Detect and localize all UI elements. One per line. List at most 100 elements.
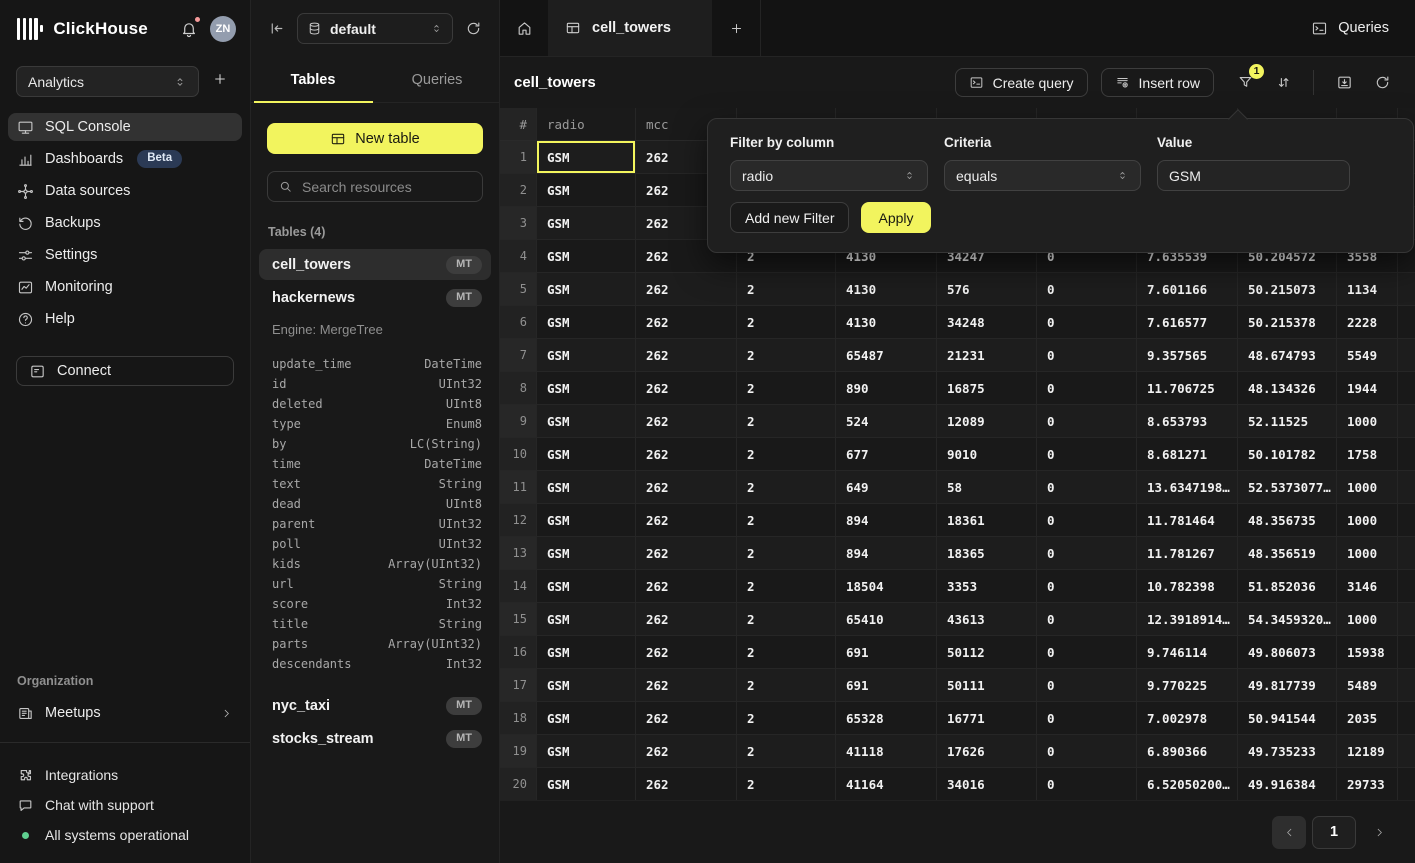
row-number[interactable]: 1 <box>500 141 537 174</box>
table-cell[interactable]: 0 <box>1037 306 1137 339</box>
row-number[interactable]: 6 <box>500 306 537 339</box>
table-cell[interactable]: 50.215073 <box>1238 273 1337 306</box>
table-cell[interactable]: 50.215378 <box>1238 306 1337 339</box>
table-cell[interactable]: 7.616577 <box>1137 306 1238 339</box>
table-cell[interactable]: 48.356735 <box>1238 504 1337 537</box>
table-cell[interactable]: GSM <box>537 636 636 669</box>
table-cell[interactable]: 50.941544 <box>1238 702 1337 735</box>
table-cell[interactable]: 5489 <box>1337 669 1398 702</box>
table-cell[interactable]: 16875 <box>937 372 1037 405</box>
table-cell[interactable]: 48.356519 <box>1238 537 1337 570</box>
table-cell[interactable]: 8.681271 <box>1137 438 1238 471</box>
next-page-button[interactable] <box>1362 816 1396 849</box>
table-cell[interactable]: 65487 <box>836 339 937 372</box>
table-cell[interactable]: 18361 <box>937 504 1037 537</box>
table-cell[interactable]: 1000 <box>1337 405 1398 438</box>
table-cell[interactable]: 2 <box>737 768 836 801</box>
table-cell[interactable]: 0 <box>1037 768 1137 801</box>
table-cell[interactable]: 1758 <box>1337 438 1398 471</box>
row-number[interactable]: 12 <box>500 504 537 537</box>
table-cell[interactable]: 1000 <box>1337 504 1398 537</box>
table-cell[interactable]: 0 <box>1037 603 1137 636</box>
table-cell[interactable]: 2 <box>737 702 836 735</box>
table-cell[interactable]: 16771 <box>937 702 1037 735</box>
table-cell[interactable]: 15938 <box>1337 636 1398 669</box>
row-number[interactable]: 5 <box>500 273 537 306</box>
table-cell[interactable]: GSM <box>537 471 636 504</box>
current-page[interactable]: 1 <box>1312 816 1356 849</box>
prev-page-button[interactable] <box>1272 816 1306 849</box>
table-cell[interactable]: 11.781464 <box>1137 504 1238 537</box>
table-cell[interactable]: 9.357565 <box>1137 339 1238 372</box>
table-cell[interactable]: 262 <box>636 339 737 372</box>
table-cell[interactable]: GSM <box>537 735 636 768</box>
table-cell[interactable]: 49.735233 <box>1238 735 1337 768</box>
table-cell[interactable]: 65328 <box>836 702 937 735</box>
filter-value-input[interactable] <box>1157 160 1350 191</box>
table-cell[interactable]: 50112 <box>937 636 1037 669</box>
add-workspace-button[interactable] <box>212 71 234 93</box>
workspace-selector[interactable]: Analytics <box>16 66 199 97</box>
table-cell[interactable]: 12089 <box>937 405 1037 438</box>
table-cell[interactable]: 7.601166 <box>1137 273 1238 306</box>
table-cell[interactable]: 2 <box>737 339 836 372</box>
remove-filter-button[interactable] <box>1373 172 1391 190</box>
table-cell[interactable]: 18365 <box>937 537 1037 570</box>
table-cell[interactable]: 2 <box>737 603 836 636</box>
table-cell[interactable]: 2 <box>737 306 836 339</box>
table-cell[interactable]: GSM <box>537 537 636 570</box>
table-cell[interactable]: GSM <box>537 141 636 174</box>
table-cell[interactable]: 262 <box>636 273 737 306</box>
refresh-icon[interactable] <box>465 20 482 37</box>
table-cell[interactable]: 43613 <box>937 603 1037 636</box>
insert-row-button[interactable]: Insert row <box>1101 68 1214 97</box>
table-cell[interactable]: GSM <box>537 570 636 603</box>
table-cell[interactable]: 262 <box>636 669 737 702</box>
table-cell[interactable]: 52.11525 <box>1238 405 1337 438</box>
table-cell[interactable]: GSM <box>537 339 636 372</box>
row-number[interactable]: 15 <box>500 603 537 636</box>
table-cell[interactable]: 2 <box>737 636 836 669</box>
table-cell[interactable]: 8.653793 <box>1137 405 1238 438</box>
table-cell[interactable]: 11.781267 <box>1137 537 1238 570</box>
table-cell[interactable]: 2 <box>737 471 836 504</box>
sidebar-item-sql-console[interactable]: SQL Console <box>8 113 242 141</box>
table-cell[interactable]: 1000 <box>1337 603 1398 636</box>
table-cell[interactable]: 0 <box>1037 339 1137 372</box>
row-number[interactable]: 2 <box>500 174 537 207</box>
row-number[interactable]: 4 <box>500 240 537 273</box>
table-cell[interactable]: 18504 <box>836 570 937 603</box>
table-cell[interactable]: 0 <box>1037 702 1137 735</box>
sidebar-item-data-sources[interactable]: Data sources <box>8 177 242 205</box>
collapse-panel-icon[interactable] <box>268 20 285 37</box>
row-number[interactable]: 7 <box>500 339 537 372</box>
table-cell[interactable]: 0 <box>1037 735 1137 768</box>
table-cell[interactable]: 0 <box>1037 570 1137 603</box>
sidebar-item-dashboards[interactable]: DashboardsBeta <box>8 145 242 173</box>
table-cell[interactable]: 677 <box>836 438 937 471</box>
table-cell[interactable]: 48.674793 <box>1238 339 1337 372</box>
table-cell[interactable]: 262 <box>636 702 737 735</box>
table-cell[interactable]: 9.770225 <box>1137 669 1238 702</box>
tab-tables[interactable]: Tables <box>251 57 375 102</box>
row-number[interactable]: 18 <box>500 702 537 735</box>
row-number[interactable]: 11 <box>500 471 537 504</box>
table-cell[interactable]: GSM <box>537 207 636 240</box>
filter-criteria-select[interactable]: equals <box>944 160 1141 191</box>
table-cell[interactable]: 50111 <box>937 669 1037 702</box>
apply-filter-button[interactable]: Apply <box>861 202 930 233</box>
table-cell[interactable]: 54.3459320… <box>1238 603 1337 636</box>
row-number[interactable]: 16 <box>500 636 537 669</box>
table-cell[interactable]: 0 <box>1037 405 1137 438</box>
table-cell[interactable]: 2 <box>737 504 836 537</box>
sidebar-item-backups[interactable]: Backups <box>8 209 242 237</box>
table-cell[interactable]: 7.002978 <box>1137 702 1238 735</box>
row-number[interactable]: 14 <box>500 570 537 603</box>
table-cell[interactable]: GSM <box>537 273 636 306</box>
sort-button[interactable] <box>1268 68 1298 98</box>
export-button[interactable] <box>1329 68 1359 98</box>
table-cell[interactable]: 9.746114 <box>1137 636 1238 669</box>
table-cell[interactable]: 262 <box>636 537 737 570</box>
row-number[interactable]: 13 <box>500 537 537 570</box>
table-cell[interactable]: 21231 <box>937 339 1037 372</box>
